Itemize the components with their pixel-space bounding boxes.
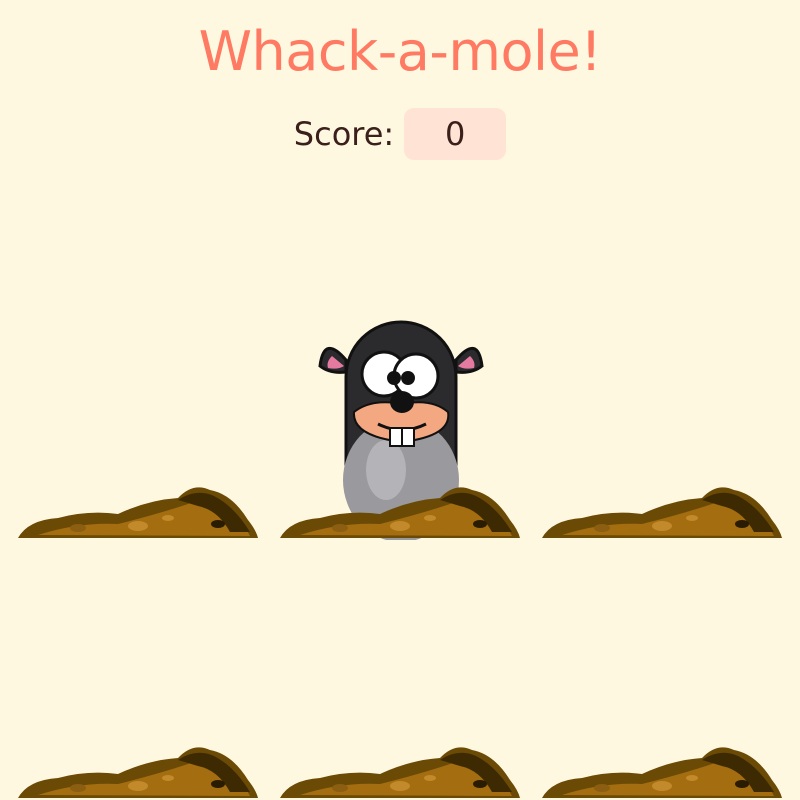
hole-3[interactable] (542, 320, 782, 540)
hole-5[interactable] (280, 580, 520, 800)
game-title: Whack-a-mole! (198, 20, 602, 83)
hole-2[interactable] (280, 320, 520, 540)
hole-1[interactable] (18, 320, 258, 540)
dirt-mound-icon (542, 487, 782, 538)
dirt-mound-icon (280, 747, 520, 798)
hole-6[interactable] (542, 580, 782, 800)
score-label: Score: (293, 115, 395, 153)
score-display: Score: 0 (0, 108, 800, 160)
dirt-mound-icon (18, 747, 258, 798)
dirt-mound-icon (18, 487, 258, 538)
dirt-mound-icon (542, 747, 782, 798)
score-value: 0 (404, 108, 507, 160)
dirt-mound-icon (280, 487, 520, 538)
game-page: Whack-a-mole! Score: 0 (0, 0, 800, 800)
hole-4[interactable] (18, 580, 258, 800)
